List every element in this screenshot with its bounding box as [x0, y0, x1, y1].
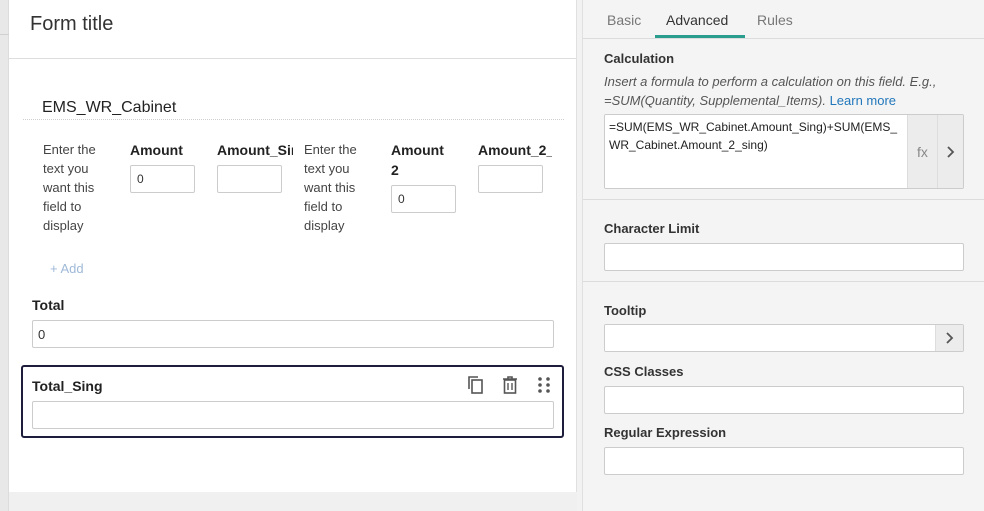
amount-2-input[interactable]	[391, 185, 456, 213]
grid-field-amount-2: Amount 2	[391, 140, 457, 213]
character-limit-label: Character Limit	[604, 221, 700, 236]
calculation-editor: =SUM(EMS_WR_Cabinet.Amount_Sing)+SUM(EMS…	[604, 114, 964, 189]
settings-tabs: Basic Advanced Rules	[583, 0, 984, 39]
settings-panel: Basic Advanced Rules Calculation Insert …	[582, 0, 984, 511]
field-label-amount-2: Amount 2	[391, 142, 444, 178]
drag-handle-icon[interactable]	[532, 373, 556, 397]
chevron-right-icon[interactable]	[937, 115, 963, 188]
form-canvas: Form title EMS_WR_Cabinet Enter the text…	[9, 0, 577, 492]
total-sing-label: Total_Sing	[32, 378, 103, 394]
panel-title: EMS_WR_Cabinet	[42, 99, 177, 116]
calculation-formula-input[interactable]: =SUM(EMS_WR_Cabinet.Amount_Sing)+SUM(EMS…	[605, 115, 907, 188]
form-title[interactable]: Form title	[30, 13, 576, 36]
total-label: Total	[32, 297, 65, 313]
tab-advanced[interactable]: Advanced	[666, 12, 728, 28]
active-tab-indicator	[655, 35, 745, 38]
form-header: Form title	[9, 0, 576, 59]
amount-sing-input[interactable]	[217, 165, 282, 193]
selected-component-total-sing[interactable]: Total_Sing	[21, 365, 564, 438]
chevron-right-icon[interactable]	[935, 325, 963, 351]
grid-text-cell: Enter the text you want this field to di…	[43, 142, 96, 233]
add-row-button[interactable]: + Add	[50, 261, 84, 276]
grid-field-amount-sing: Amount_Sing	[217, 140, 293, 193]
grid-field-amount: Amount	[130, 140, 202, 193]
grid-field-amount-2-sing: Amount_2_sing	[478, 140, 552, 193]
learn-more-link[interactable]: Learn more	[830, 93, 896, 108]
left-edge-strip	[0, 0, 9, 511]
field-label-amount-2-sing: Amount_2_sing	[478, 142, 552, 158]
form-footer-area	[9, 492, 577, 511]
amount-input[interactable]	[130, 165, 195, 193]
function-button[interactable]: fx	[907, 115, 937, 188]
css-classes-input[interactable]	[604, 386, 964, 414]
panel-divider	[23, 119, 564, 120]
field-label-amount-sing: Amount_Sing	[217, 142, 293, 158]
component-toolbar	[464, 373, 556, 397]
character-limit-input[interactable]	[604, 243, 964, 271]
tab-rules[interactable]: Rules	[757, 12, 793, 28]
regular-expression-label: Regular Expression	[604, 425, 727, 440]
tooltip-label: Tooltip	[604, 303, 647, 318]
trash-icon[interactable]	[498, 373, 522, 397]
total-input[interactable]	[32, 320, 554, 348]
calculation-help: Insert a formula to perform a calculatio…	[604, 72, 974, 110]
calculation-label: Calculation	[604, 51, 675, 66]
tab-basic[interactable]: Basic	[607, 12, 641, 28]
total-sing-input[interactable]	[32, 401, 554, 429]
tooltip-field	[604, 324, 964, 352]
copy-icon[interactable]	[464, 373, 488, 397]
amount-2-sing-input[interactable]	[478, 165, 543, 193]
css-classes-label: CSS Classes	[604, 364, 684, 379]
regular-expression-input[interactable]	[604, 447, 964, 475]
field-label-amount: Amount	[130, 142, 183, 158]
tooltip-input[interactable]	[605, 325, 936, 351]
grid-text-cell: Enter the text you want this field to di…	[304, 142, 357, 233]
